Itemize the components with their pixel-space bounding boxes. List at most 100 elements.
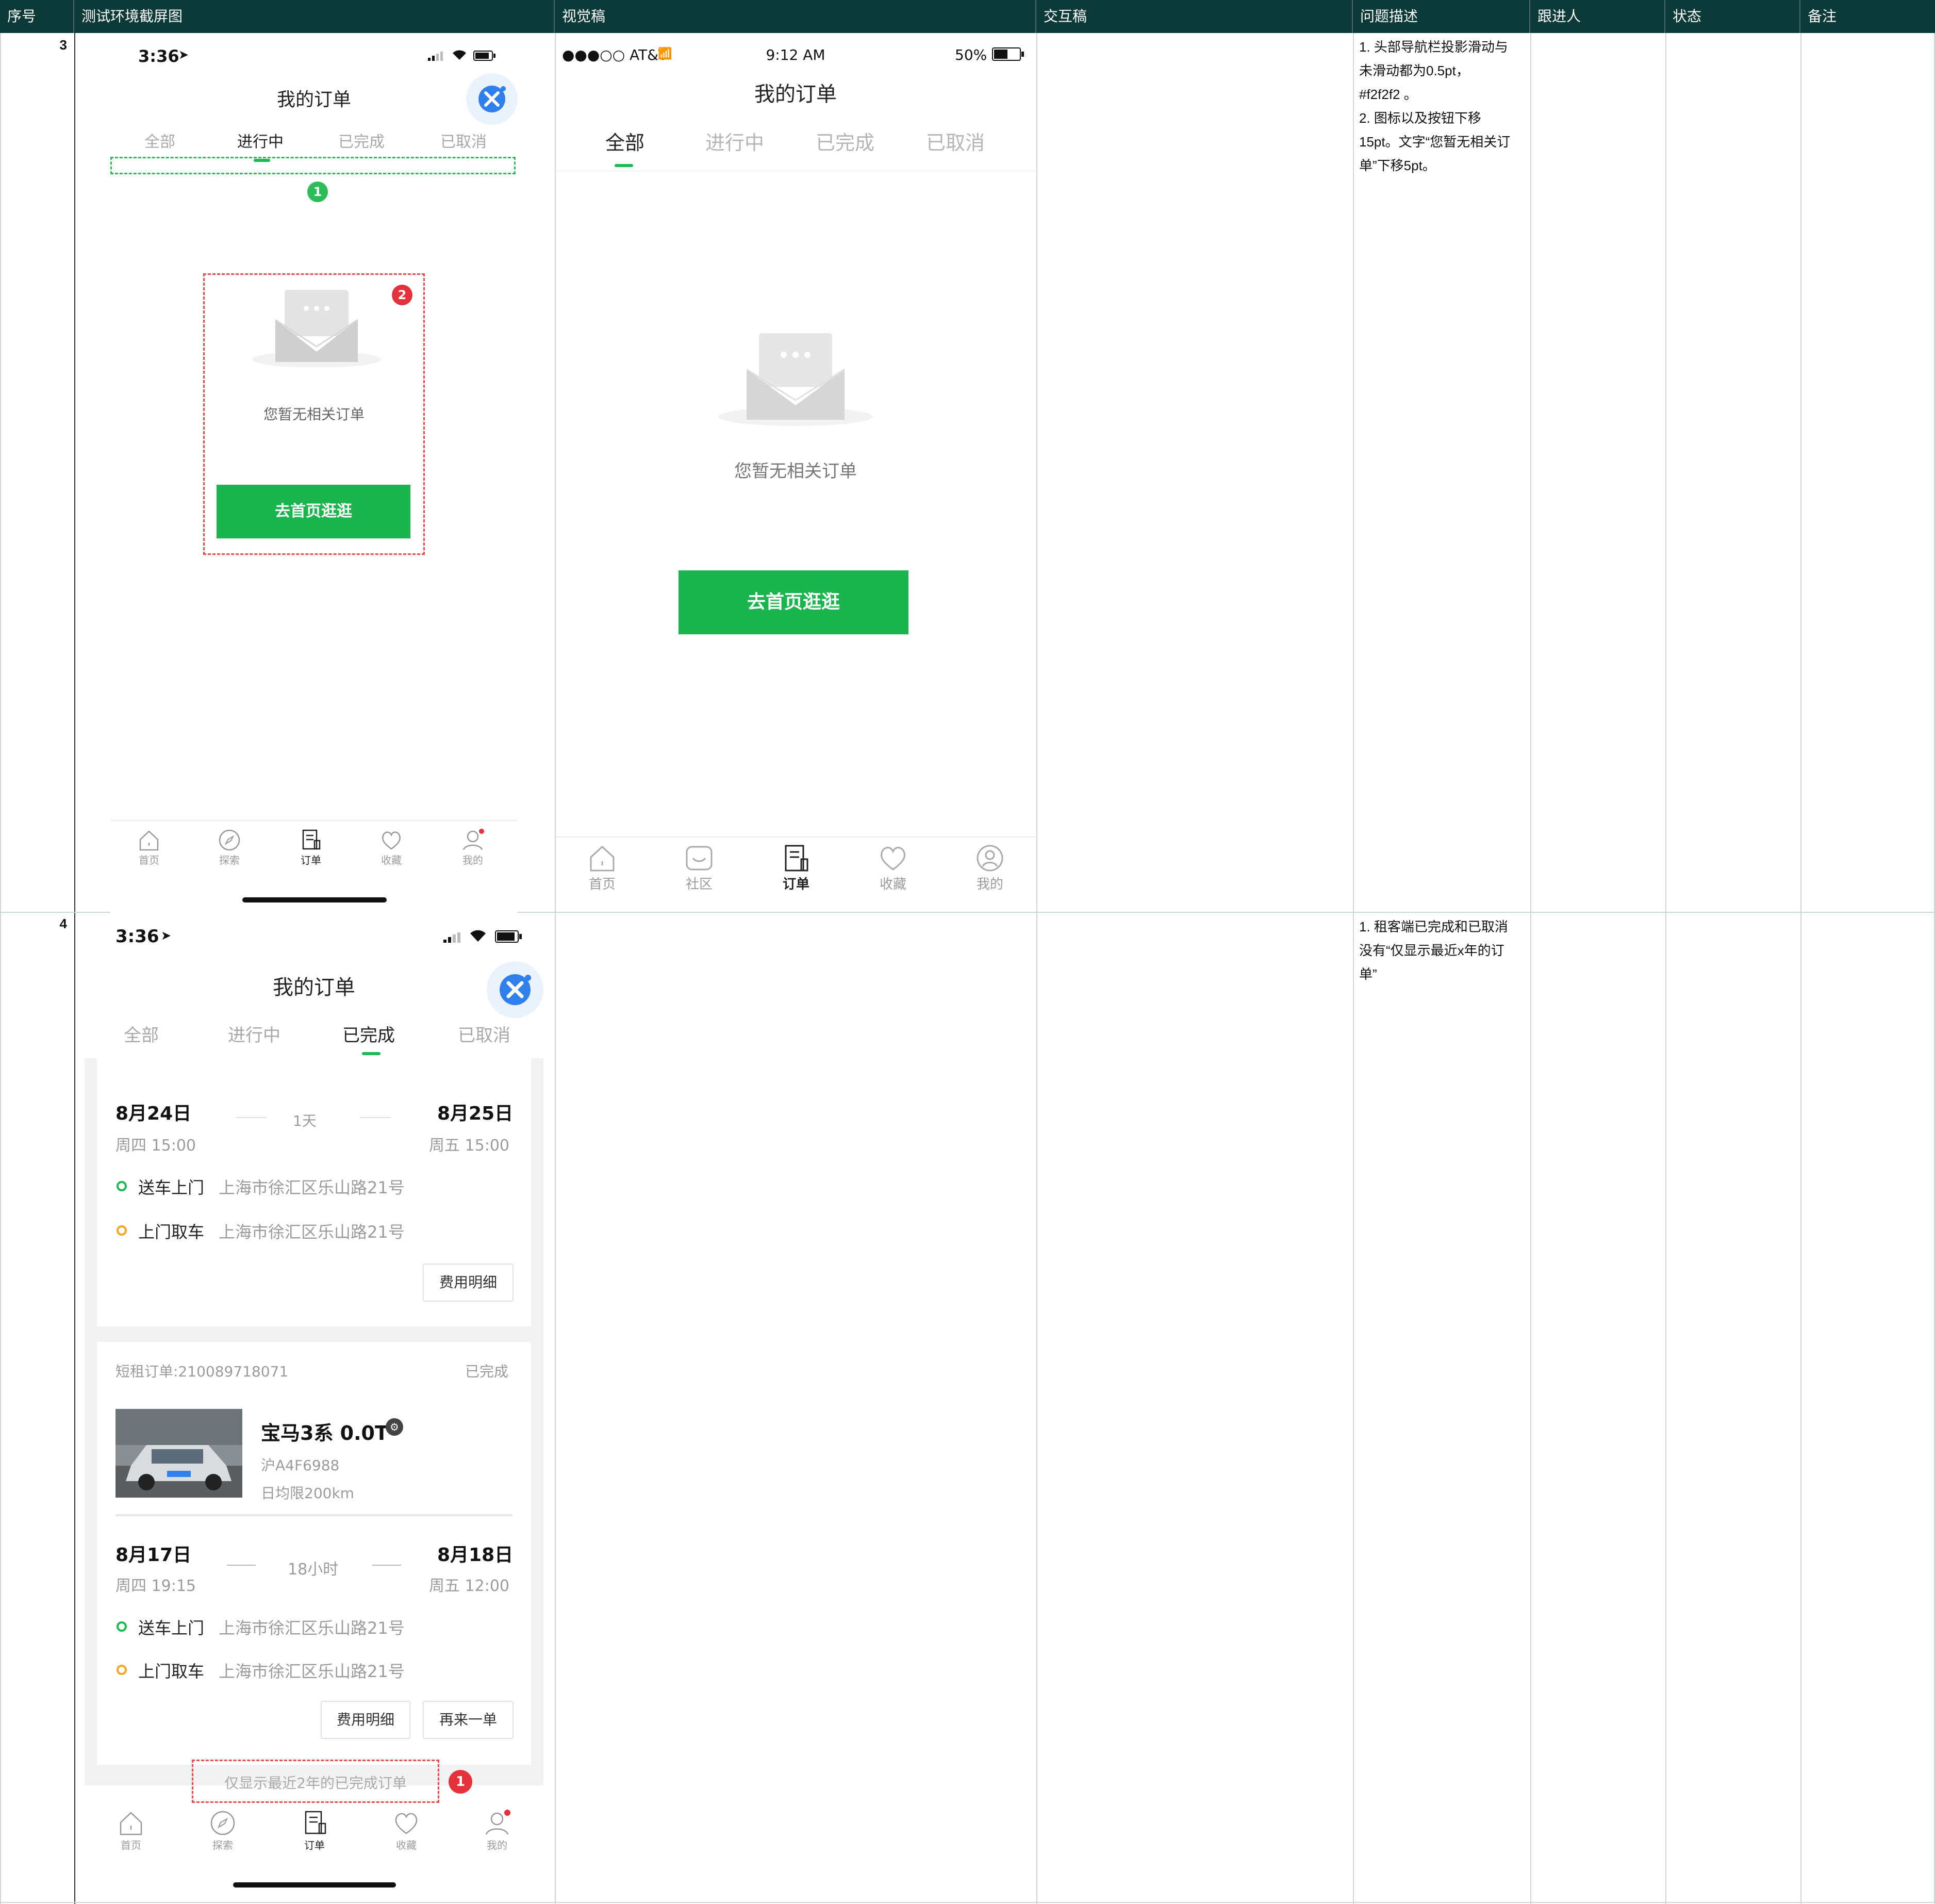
end-date: 8月25日 [437,1103,514,1124]
order-card[interactable]: 8月24日 周四 15:00 1天 8月25日 周五 15:00 送车上门 上海… [97,1058,531,1326]
nav-label: 订单 [304,1839,325,1851]
nav-item-orders[interactable]: 订单 [293,828,329,867]
nav-item-mine[interactable]: 我的 [969,843,1011,893]
test-screenshot-1: 3:36 ➤ 我的订单 全部 进行中 已完成 已取消 1 2 您暂无相关订单 去… [110,36,518,913]
heart-icon [881,847,905,871]
grid-line [0,1902,1935,1903]
green-dot-icon [117,1181,127,1191]
tab-indicator [615,164,633,167]
nav-item-orders[interactable]: 订单 [294,1809,335,1852]
nav-item-orders[interactable]: 订单 [775,843,817,893]
footer-note: 仅显示最近2年的已完成订单 [224,1775,407,1792]
bottom-nav-divider [556,836,1035,838]
wifi-icon [469,929,487,945]
tab-in-progress[interactable]: 进行中 [228,1021,280,1046]
reorder-button[interactable]: 再来一单 [423,1701,514,1739]
debug-tool-icon[interactable] [487,961,543,1018]
pickup-label: 上门取车 [138,1662,205,1681]
nav-item-explore[interactable]: 探索 [202,1809,243,1852]
grid-line [0,33,1,1904]
grid-line [1036,33,1037,1904]
tab-completed[interactable]: 已完成 [816,127,874,155]
tab-all[interactable]: 全部 [605,127,644,155]
header-shadow [556,170,1035,171]
debug-tool-icon[interactable] [466,73,518,125]
col-header-status: 状态 [1665,0,1800,33]
nav-item-mine[interactable]: 我的 [455,828,491,867]
battery-icon [992,47,1025,63]
tab-cancelled[interactable]: 已取消 [440,129,487,152]
nav-label: 订单 [782,877,809,892]
home-icon [590,845,615,872]
location-arrow-icon: ➤ [178,47,189,62]
tab-in-progress[interactable]: 进行中 [237,129,284,152]
col-header-num: 序号 [0,0,74,33]
annotation-marker-2: 2 [392,285,412,305]
pickup-address: 上海市徐汇区乐山路21号 [219,1222,405,1242]
start-time: 周四 19:15 [115,1577,196,1595]
empty-envelope-icon [250,285,384,369]
tab-all[interactable]: 全部 [124,1021,159,1046]
nav-item-home[interactable]: 首页 [110,1809,152,1852]
nav-item-explore[interactable]: 探索 [211,828,247,867]
card-divider [115,1514,512,1516]
nav-label: 收藏 [879,877,906,892]
nav-label: 我的 [487,1839,507,1851]
tab-in-progress[interactable]: 进行中 [705,127,764,155]
fee-detail-button[interactable]: 费用明细 [423,1263,514,1302]
start-date: 8月17日 [115,1545,192,1566]
visual-design: ●●●○○ AT&T 📶 9:12 AM 50% 我的订单 全部 进行中 已完成… [556,34,1035,911]
nav-item-favorites[interactable]: 收藏 [872,843,914,893]
row-number: 3 [59,37,67,53]
nav-item-home[interactable]: 首页 [582,843,623,893]
green-dot-icon [117,1621,127,1632]
issue-description: 1. 头部导航栏投影滑动与 未滑动都为0.5pt， #f2f2f2 。 2. 图… [1359,39,1511,173]
order-card[interactable]: 短租订单:210089718071 已完成 宝马3系 0.0T ⚙ 沪A4F69… [97,1342,531,1765]
tab-cancelled[interactable]: 已取消 [458,1021,510,1046]
test-screenshot-2: 3:36 ➤ 我的订单 全部 进行中 已完成 已取消 8月24日 周四 15:0… [85,914,543,1901]
col-header-note: 备注 [1800,0,1935,33]
orange-dot-icon [117,1665,127,1675]
col-header-test-screenshot: 测试环境截屏图 [74,0,555,33]
battery-icon [495,930,523,945]
home-icon [120,1812,142,1835]
nav-item-community[interactable]: 社区 [679,843,720,893]
car-name: 宝马3系 0.0T [261,1422,388,1445]
pickup-label: 上门取车 [138,1222,205,1242]
duration: 1天 [293,1112,317,1129]
start-time: 周四 15:00 [115,1137,196,1155]
home-icon [139,830,159,851]
go-home-button[interactable]: 去首页逛逛 [679,570,908,634]
nav-item-favorites[interactable]: 收藏 [373,828,409,867]
home-indicator [233,1882,396,1887]
nav-label: 首页 [588,877,616,892]
deliver-label: 送车上门 [138,1618,205,1638]
home-indicator [242,897,387,902]
tab-cancelled[interactable]: 已取消 [926,127,985,155]
nav-item-favorites[interactable]: 收藏 [386,1809,427,1852]
tab-all[interactable]: 全部 [144,129,175,152]
status-time: 3:36 [115,926,159,947]
annotation-marker-1: 1 [307,182,328,202]
page-title: 我的订单 [273,976,355,999]
plate-number: 沪A4F6988 [261,1457,340,1474]
nav-label: 订单 [301,854,321,866]
orange-dot-icon [117,1225,127,1236]
grid-line [1530,33,1531,1904]
nav-item-mine[interactable]: 我的 [476,1809,518,1852]
transmission-icon: ⚙ [386,1418,403,1436]
battery-icon [473,51,496,63]
fee-detail-button[interactable]: 费用明细 [321,1701,410,1739]
row-number: 4 [59,916,67,931]
go-home-button[interactable]: 去首页逛逛 [217,485,410,538]
community-icon [686,846,713,871]
col-header-interaction: 交互稿 [1036,0,1353,33]
duration-line [360,1117,391,1118]
tab-completed[interactable]: 已完成 [342,1021,395,1046]
nav-label: 首页 [139,854,159,866]
spreadsheet: { "columns": ["序号","测试环境截屏图","视觉稿","交互稿"… [0,0,1935,1904]
nav-item-home[interactable]: 首页 [131,828,167,867]
page-title: 我的订单 [754,83,837,106]
duration-line [372,1565,401,1566]
tab-completed[interactable]: 已完成 [338,129,385,152]
